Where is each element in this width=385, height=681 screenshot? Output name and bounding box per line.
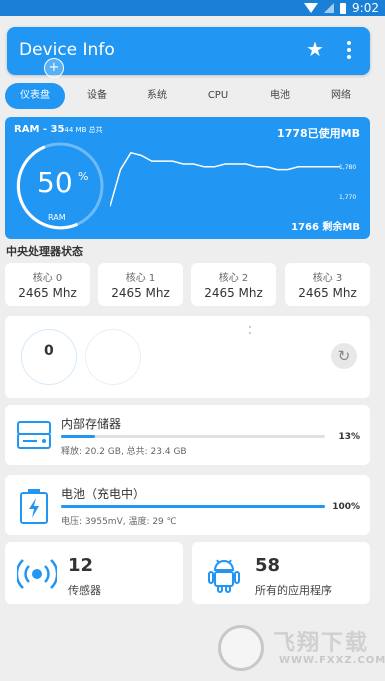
storage-progress-bar — [61, 435, 325, 438]
ram-total: 44 MB 总共 — [64, 126, 103, 134]
core-card[interactable]: 核心 2 2465 Mhz — [191, 263, 276, 306]
signal-icon — [324, 3, 335, 13]
ram-history-chart — [110, 151, 340, 207]
wifi-icon — [304, 3, 319, 13]
loading-dot — [249, 326, 251, 328]
battery-progress-bar — [61, 505, 325, 508]
battery-title: 电池（充电中） — [61, 487, 146, 501]
more-options-icon[interactable] — [347, 41, 351, 59]
status-icons: 9:02 — [304, 1, 379, 15]
sensors-count: 12 — [68, 555, 94, 576]
sensors-label: 传感器 — [68, 584, 101, 597]
watermark: 飞翔下载 WWW.FXXZ.COM — [215, 622, 385, 674]
battery-status-icon — [340, 2, 347, 14]
storage-card[interactable]: 内部存储器 13% 释放: 20.2 GB, 总共: 23.4 GB — [5, 405, 370, 465]
watermark-url: WWW.FXXZ.COM — [279, 655, 385, 666]
sensors-tile[interactable]: 12 传感器 — [5, 542, 183, 604]
touch-indicator-icon: + — [44, 58, 64, 78]
loading-ring — [85, 329, 141, 385]
app-title: Device Info — [19, 40, 115, 60]
battery-progress-fill — [61, 505, 325, 508]
core-name: 核心 2 — [218, 273, 249, 284]
loading-card: 0 ↻ — [5, 316, 370, 398]
ram-gauge-label: RAM — [48, 213, 66, 222]
core-frequency: 2465 Mhz — [18, 286, 77, 300]
core-card[interactable]: 核心 3 2465 Mhz — [285, 263, 370, 306]
ram-free: 1766 剩余MB — [291, 222, 360, 233]
battery-charging-icon — [20, 489, 48, 524]
apps-count: 58 — [255, 555, 281, 576]
status-time: 9:02 — [352, 1, 379, 15]
cpu-section-title: 中央处理器状态 — [6, 245, 83, 258]
tab-dashboard[interactable]: 仪表盘 — [5, 83, 65, 109]
battery-card[interactable]: 电池（充电中） 100% 电压: 3955mV, 温度: 29 ℃ — [5, 475, 370, 535]
storage-drive-icon — [17, 421, 51, 449]
sensor-signal-icon — [17, 559, 57, 589]
storage-title: 内部存储器 — [61, 417, 122, 431]
tab-network[interactable]: 网络 — [316, 83, 366, 109]
apps-tile[interactable]: 58 所有的应用程序 — [192, 542, 370, 604]
ram-card[interactable]: RAM - 3544 MB 总共 1778已使用MB 50 % RAM 1,78… — [5, 117, 370, 239]
core-name: 核心 3 — [312, 273, 343, 284]
tab-bar: 仪表盘 设备 系统 CPU 电池 网络 — [0, 83, 385, 109]
core-frequency: 2465 Mhz — [111, 286, 170, 300]
ram-used: 1778已使用MB — [277, 127, 360, 140]
ram-tick-low: 1,770 — [339, 194, 357, 201]
core-card[interactable]: 核心 1 2465 Mhz — [98, 263, 183, 306]
tab-device[interactable]: 设备 — [72, 83, 122, 109]
loading-dot — [249, 332, 251, 334]
ram-percent: 50 — [37, 166, 73, 199]
ram-tick-high: 1,780 — [339, 164, 357, 171]
core-name: 核心 0 — [32, 273, 63, 284]
tab-battery[interactable]: 电池 — [255, 83, 305, 109]
status-bar: 9:02 — [0, 0, 385, 16]
refresh-icon[interactable]: ↻ — [331, 343, 357, 369]
watermark-logo — [218, 625, 264, 671]
loading-value: 0 — [44, 343, 54, 359]
ram-percent-sign: % — [78, 170, 89, 183]
star-icon[interactable]: ★ — [306, 37, 324, 61]
tab-cpu[interactable]: CPU — [193, 83, 243, 109]
storage-progress-fill — [61, 435, 96, 438]
battery-detail: 电压: 3955mV, 温度: 29 ℃ — [61, 517, 177, 527]
storage-detail: 释放: 20.2 GB, 总共: 23.4 GB — [61, 447, 187, 457]
watermark-brand: 飞翔下载 — [273, 631, 370, 656]
tab-system[interactable]: 系统 — [132, 83, 182, 109]
battery-percent: 100% — [332, 502, 360, 512]
core-card[interactable]: 核心 0 2465 Mhz — [5, 263, 90, 306]
core-frequency: 2465 Mhz — [204, 286, 263, 300]
core-frequency: 2465 Mhz — [298, 286, 357, 300]
ram-label: RAM - 3544 MB 总共 — [14, 124, 103, 135]
ram-history-line — [110, 151, 340, 207]
core-name: 核心 1 — [125, 273, 156, 284]
apps-label: 所有的应用程序 — [255, 584, 332, 597]
storage-percent: 13% — [338, 432, 360, 442]
android-icon — [208, 559, 240, 593]
